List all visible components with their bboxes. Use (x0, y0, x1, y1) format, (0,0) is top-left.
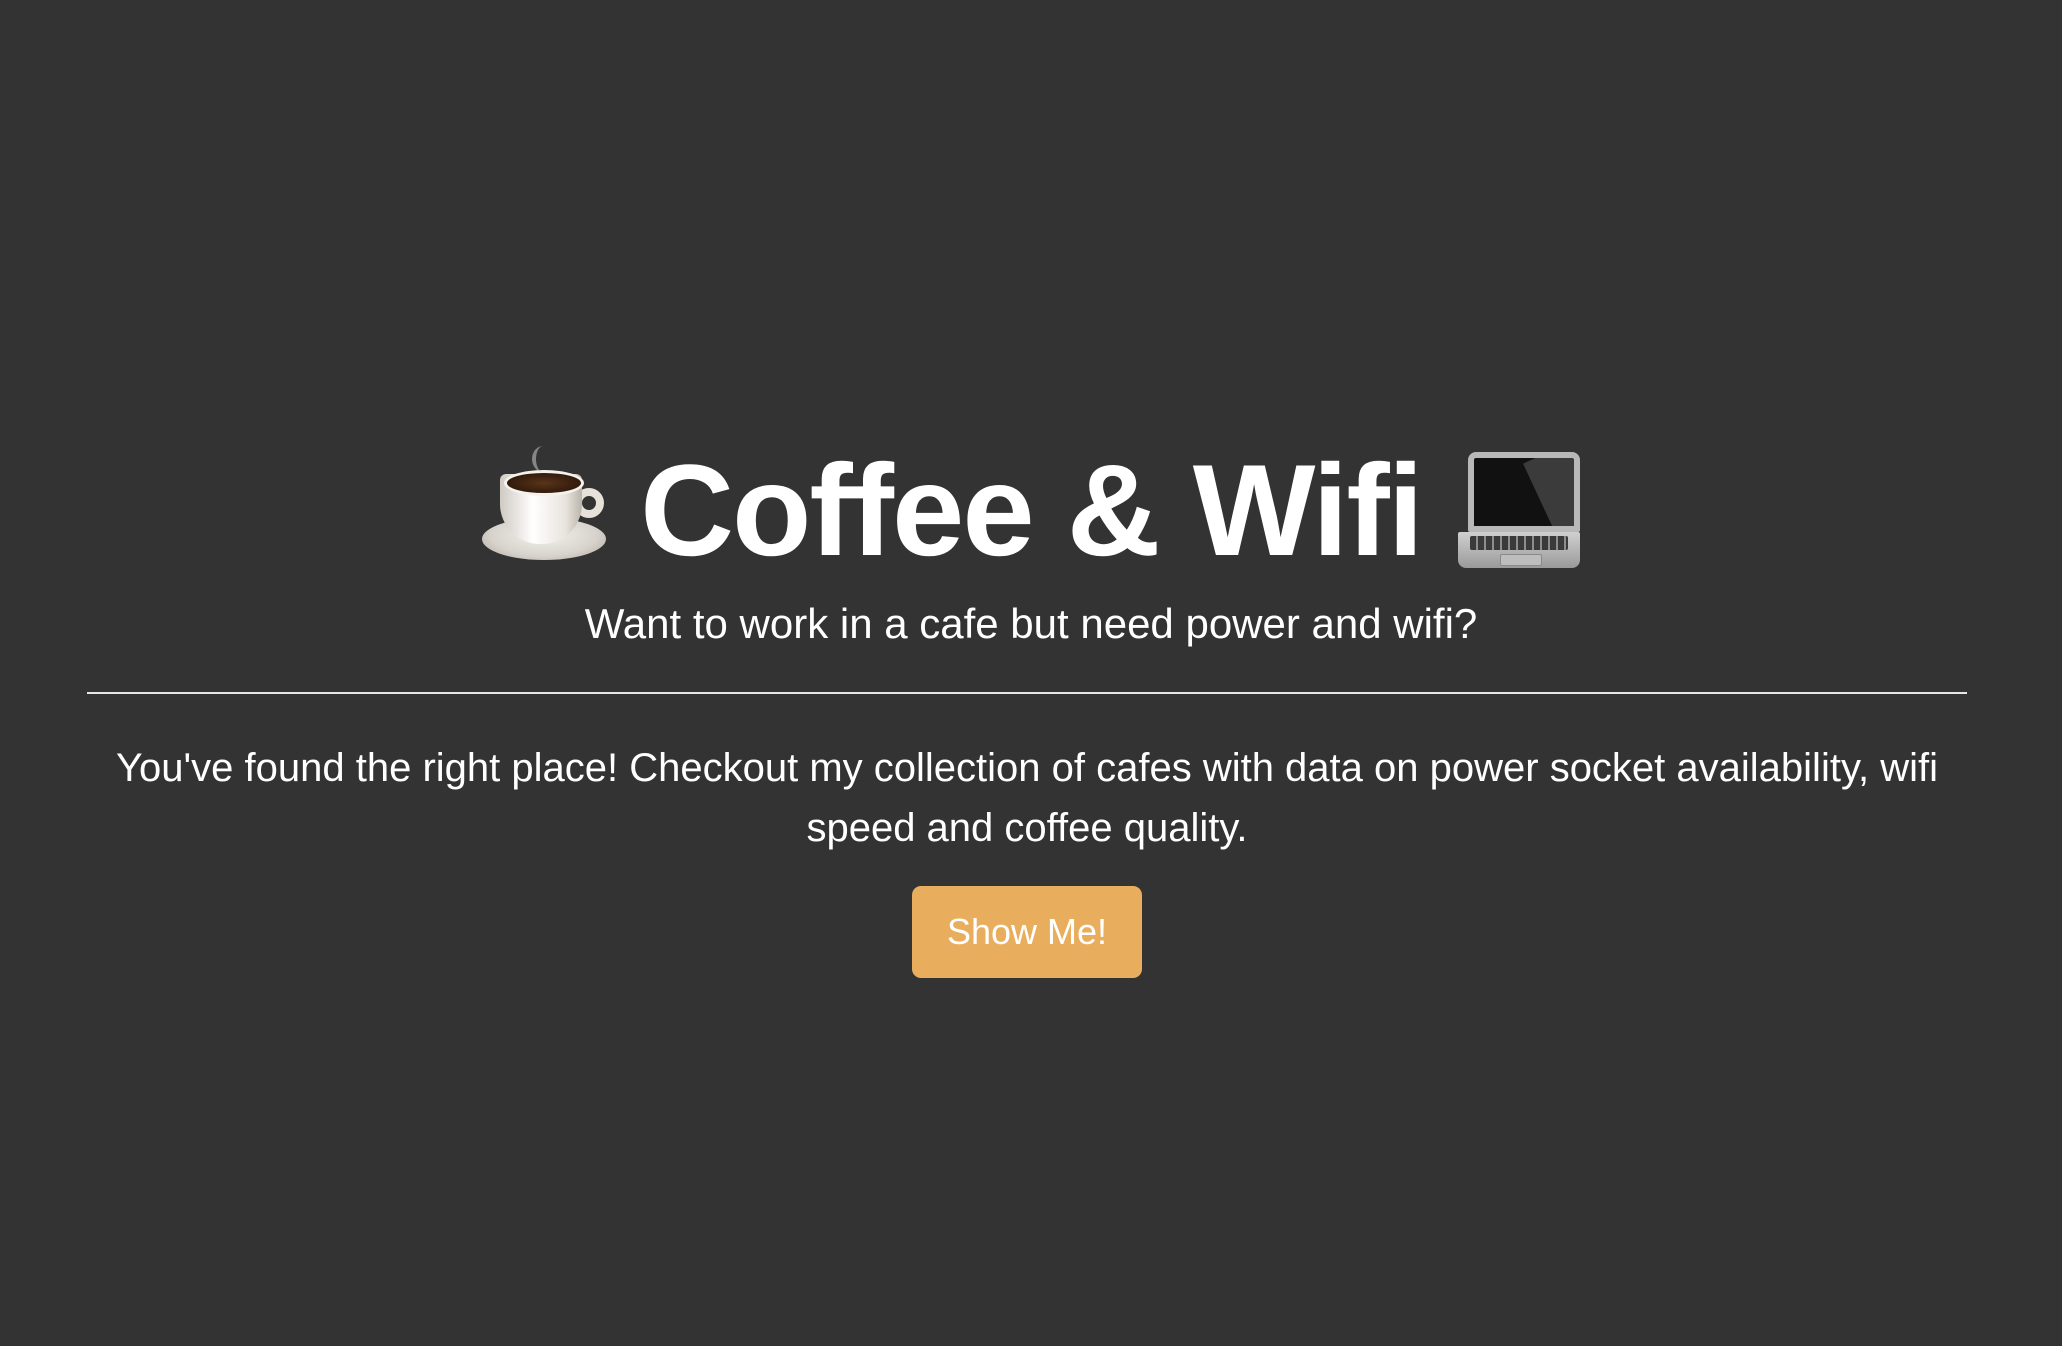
hero-subtitle: Want to work in a cafe but need power an… (584, 600, 1478, 647)
landing-page: Coffee & Wifi Want to work in a cafe but… (0, 0, 2062, 1346)
laptop-icon (1454, 446, 1582, 574)
hot-beverage-icon (480, 446, 608, 574)
hero-description: You've found the right place! Checkout m… (116, 746, 1938, 850)
show-me-button[interactable]: Show Me! (912, 886, 1142, 978)
page-title: Coffee & Wifi (640, 437, 1424, 583)
divider (87, 692, 1967, 694)
hero-title-row: Coffee & Wifi (0, 440, 2062, 580)
